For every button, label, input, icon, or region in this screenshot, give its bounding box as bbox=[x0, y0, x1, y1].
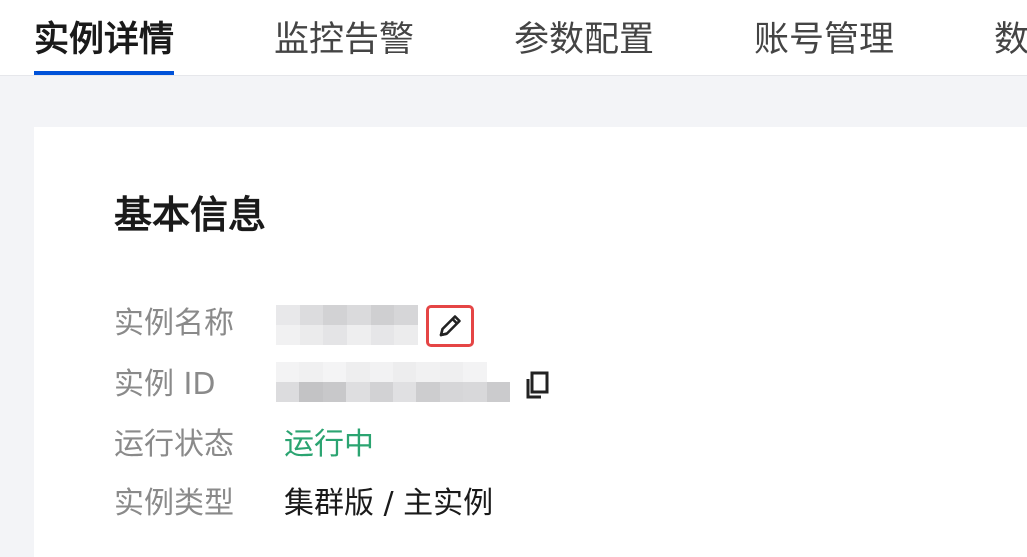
copy-id-button[interactable] bbox=[524, 371, 550, 401]
tab-instance-details[interactable]: 实例详情 bbox=[34, 0, 174, 75]
edit-name-button[interactable] bbox=[426, 305, 474, 347]
tab-parameter-config[interactable]: 参数配置 bbox=[514, 0, 654, 75]
active-tab-indicator bbox=[34, 71, 174, 75]
instance-id-redacted bbox=[276, 362, 510, 402]
pencil-icon bbox=[439, 315, 461, 337]
status-value: 运行中 bbox=[284, 427, 374, 462]
tab-monitoring-alerts[interactable]: 监控告警 bbox=[274, 0, 414, 75]
status-label: 运行状态 bbox=[114, 427, 234, 462]
instance-id-label: 实例 ID bbox=[114, 367, 216, 402]
tab-bar: 实例详情 监控告警 参数配置 账号管理 数 bbox=[0, 0, 1027, 76]
instance-type-value: 集群版 / 主实例 bbox=[284, 486, 494, 521]
section-title: 基本信息 bbox=[114, 193, 267, 237]
instance-name-redacted bbox=[276, 305, 418, 345]
basic-info-card: 基本信息 实例名称 实例 ID 运行状态 运行中 实例类型 集群版 / 主实例 bbox=[34, 127, 1027, 557]
instance-type-label: 实例类型 bbox=[114, 486, 234, 521]
tab-account-management[interactable]: 账号管理 bbox=[754, 0, 894, 75]
tab-data-truncated[interactable]: 数 bbox=[994, 0, 1027, 75]
copy-icon bbox=[526, 371, 549, 399]
instance-name-label: 实例名称 bbox=[114, 306, 234, 341]
